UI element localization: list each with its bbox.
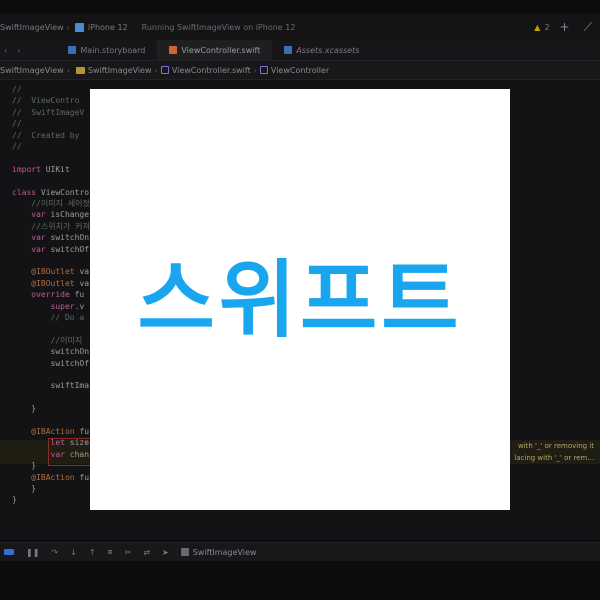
code-line[interactable]: } — [12, 483, 36, 495]
debug-area-toggle-icon[interactable] — [4, 549, 14, 555]
scheme-project: SwiftImageView — [0, 22, 64, 32]
class-icon — [259, 66, 268, 74]
view-debugger-icon[interactable]: ⧈ — [108, 547, 113, 557]
issue-message[interactable]: lacing with '_' or rem... — [514, 452, 594, 464]
toolbar: SwiftImageView › iPhone 12 Running Swift… — [0, 14, 600, 40]
code-line[interactable]: } — [12, 494, 17, 506]
logo-text: 스위프트 — [137, 251, 462, 349]
debug-process[interactable]: SwiftImageView — [180, 547, 257, 557]
code-line[interactable]: //이미지 — [12, 335, 83, 347]
code-line[interactable]: // SwiftImageV — [12, 107, 84, 119]
code-line[interactable]: var switchOn — [12, 232, 89, 244]
debug-bar: ❚❚ ↷ ↓ ↑ ⧈ ✂ ⇄ ➤ SwiftImageView — [0, 542, 600, 561]
chevron-right-icon: › — [66, 22, 70, 32]
code-line[interactable]: // Do a — [12, 312, 85, 324]
code-line[interactable]: // ViewContro — [12, 95, 79, 107]
folder-icon — [75, 66, 85, 74]
device-icon — [74, 22, 84, 32]
code-line[interactable]: super.v — [12, 301, 85, 313]
code-line[interactable]: override fu — [12, 289, 84, 301]
code-line[interactable]: @IBAction fu — [12, 472, 89, 484]
code-line[interactable]: // — [12, 84, 22, 96]
jumpbar-item[interactable]: ViewController — [271, 66, 329, 75]
split-editor-icon[interactable]: ⟋ — [584, 20, 592, 35]
memory-graph-icon[interactable]: ✂ — [125, 548, 132, 557]
warning-count: 2 — [544, 22, 550, 32]
assets-file-icon — [284, 46, 293, 54]
scheme-selector[interactable]: SwiftImageView › iPhone 12 — [0, 22, 128, 32]
code-line[interactable]: var chan — [12, 449, 90, 461]
code-line[interactable]: switchOf — [12, 358, 90, 370]
code-line[interactable]: @IBOutlet va — [12, 266, 89, 278]
jumpbar-item[interactable]: SwiftImageView — [0, 66, 64, 75]
plus-icon[interactable]: + — [560, 20, 570, 35]
code-line[interactable]: @IBAction fu — [12, 426, 89, 438]
issue-message[interactable]: with '_' or removing it — [518, 440, 594, 452]
code-line[interactable]: //이미지 세어졌 — [12, 198, 90, 210]
pause-icon[interactable]: ❚❚ — [26, 548, 39, 557]
storyboard-file-icon — [68, 46, 77, 54]
code-line[interactable]: // Created by — [12, 130, 79, 142]
swift-korean-logo: 스위프트 — [137, 251, 462, 349]
jumpbar-item[interactable]: ViewController.swift — [172, 66, 251, 75]
jumpbar-item[interactable]: SwiftImageView — [88, 66, 152, 75]
tab-label: Main.storyboard — [80, 45, 146, 55]
image-overlay: 스위프트 — [90, 89, 510, 510]
code-line[interactable]: switchOn — [12, 346, 90, 358]
code-line[interactable]: // — [12, 118, 22, 130]
code-line[interactable]: //스위치가 커져 — [12, 221, 90, 233]
warning-indicator[interactable]: ▲ 2 — [534, 23, 549, 32]
step-out-icon[interactable]: ↑ — [89, 548, 96, 557]
location-icon[interactable]: ➤ — [162, 548, 169, 557]
app-icon — [180, 548, 189, 556]
step-in-icon[interactable]: ↓ — [70, 548, 77, 557]
jump-bar: SwiftImageView › SwiftImageView › ViewCo… — [0, 61, 600, 80]
code-line[interactable]: class ViewContro — [12, 187, 89, 199]
editor-tab-bar: ‹ › Main.storyboard ViewController.swift… — [0, 40, 600, 61]
tab-viewcontroller-swift[interactable]: ViewController.swift — [157, 40, 273, 60]
back-icon[interactable]: ‹ — [4, 46, 7, 55]
environment-icon[interactable]: ⇄ — [143, 548, 150, 557]
code-line[interactable]: import UIKit — [12, 164, 70, 176]
chevron-right-icon: › — [66, 65, 70, 75]
code-line[interactable]: // — [12, 141, 22, 153]
forward-icon[interactable]: › — [17, 46, 20, 55]
swift-file-icon — [169, 46, 178, 54]
code-line[interactable]: } — [12, 403, 36, 415]
chevron-right-icon: › — [154, 65, 158, 75]
code-line[interactable]: var isChange — [12, 209, 89, 221]
chevron-right-icon: › — [253, 65, 257, 75]
debug-app-name: SwiftImageView — [192, 547, 257, 557]
code-line[interactable]: } — [12, 460, 36, 472]
activity-status: Running SwiftImageView on iPhone 12 — [141, 22, 296, 32]
tab-label: Assets.xcassets — [296, 45, 360, 55]
file-icon — [160, 66, 169, 74]
step-over-icon[interactable]: ↷ — [51, 548, 58, 557]
tab-label: ViewController.swift — [181, 45, 261, 55]
code-line[interactable]: let size — [12, 437, 90, 449]
code-line[interactable]: var switchOf — [12, 244, 89, 256]
warning-icon: ▲ — [534, 22, 541, 32]
code-line[interactable]: @IBOutlet va — [12, 278, 89, 290]
code-line[interactable]: swiftIma — [12, 380, 90, 392]
tab-main-storyboard[interactable]: Main.storyboard — [56, 40, 157, 60]
scheme-device: iPhone 12 — [87, 22, 128, 32]
tab-assets-xcassets[interactable]: Assets.xcassets — [272, 40, 371, 60]
